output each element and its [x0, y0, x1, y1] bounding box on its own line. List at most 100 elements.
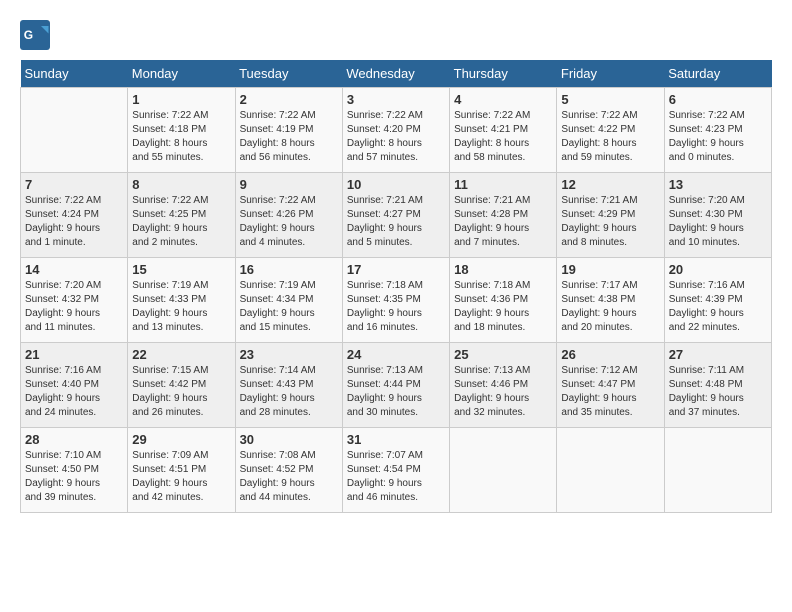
calendar-cell: 19Sunrise: 7:17 AM Sunset: 4:38 PM Dayli… — [557, 258, 664, 343]
calendar-cell: 17 Sunrise: 7:18 AM Sunset: 4:35 PM Dayli… — [342, 258, 449, 343]
day-info: Sunrise: 7:14 AM Sunset: 4:43 PM Dayligh… — [240, 364, 338, 420]
day-number: 16 — [240, 262, 338, 277]
day-info: Sunrise: 7:10 AM Sunset: 4:50 PM Dayligh… — [25, 449, 123, 505]
day-number: 30 — [240, 432, 338, 447]
day-info: Sunrise: 7:22 AM Sunset: 4:23 PM Dayligh… — [669, 109, 767, 165]
day-info: Sunrise: 7:22 AM Sunset: 4:19 PM Dayligh… — [240, 109, 338, 165]
week-row-2: 7 Sunrise: 7:22 AM Sunset: 4:24 PM Daylig… — [21, 173, 772, 258]
day-info: Sunrise: 7:15 AM Sunset: 4:42 PM Dayligh… — [132, 364, 230, 420]
calendar-cell: 26 Sunrise: 7:12 AM Sunset: 4:47 PM Dayli… — [557, 343, 664, 428]
column-header-monday: Monday — [128, 60, 235, 88]
calendar-cell: 9 Sunrise: 7:22 AM Sunset: 4:26 PM Daylig… — [235, 173, 342, 258]
day-number: 13 — [669, 177, 767, 192]
calendar-table: SundayMondayTuesdayWednesdayThursdayFrid… — [20, 60, 772, 513]
day-number: 1 — [132, 92, 230, 107]
day-info: Sunrise: 7:21 AM Sunset: 4:29 PM Dayligh… — [561, 194, 659, 250]
day-info: Sunrise: 7:22 AM Sunset: 4:26 PM Dayligh… — [240, 194, 338, 250]
day-info: Sunrise: 7:17 AM Sunset: 4:38 PM Dayligh… — [561, 279, 659, 335]
day-number: 3 — [347, 92, 445, 107]
calendar-cell: 21 Sunrise: 7:16 AM Sunset: 4:40 PM Dayli… — [21, 343, 128, 428]
day-info: Sunrise: 7:19 AM Sunset: 4:33 PM Dayligh… — [132, 279, 230, 335]
day-number: 28 — [25, 432, 123, 447]
day-info: Sunrise: 7:16 AM Sunset: 4:40 PM Dayligh… — [25, 364, 123, 420]
day-info: Sunrise: 7:13 AM Sunset: 4:44 PM Dayligh… — [347, 364, 445, 420]
calendar-cell: 31Sunrise: 7:07 AM Sunset: 4:54 PM Dayli… — [342, 428, 449, 513]
day-info: Sunrise: 7:12 AM Sunset: 4:47 PM Dayligh… — [561, 364, 659, 420]
day-number: 23 — [240, 347, 338, 362]
day-info: Sunrise: 7:11 AM Sunset: 4:48 PM Dayligh… — [669, 364, 767, 420]
day-info: Sunrise: 7:13 AM Sunset: 4:46 PM Dayligh… — [454, 364, 552, 420]
day-number: 27 — [669, 347, 767, 362]
day-info: Sunrise: 7:22 AM Sunset: 4:24 PM Dayligh… — [25, 194, 123, 250]
day-info: Sunrise: 7:16 AM Sunset: 4:39 PM Dayligh… — [669, 279, 767, 335]
page-header: G — [20, 20, 772, 50]
calendar-cell: 29Sunrise: 7:09 AM Sunset: 4:51 PM Dayli… — [128, 428, 235, 513]
calendar-cell: 3 Sunrise: 7:22 AM Sunset: 4:20 PM Daylig… — [342, 88, 449, 173]
day-number: 25 — [454, 347, 552, 362]
day-number: 17 — [347, 262, 445, 277]
calendar-cell: 25 Sunrise: 7:13 AM Sunset: 4:46 PM Dayli… — [450, 343, 557, 428]
day-info: Sunrise: 7:18 AM Sunset: 4:35 PM Dayligh… — [347, 279, 445, 335]
day-info: Sunrise: 7:19 AM Sunset: 4:34 PM Dayligh… — [240, 279, 338, 335]
calendar-cell: 28 Sunrise: 7:10 AM Sunset: 4:50 PM Dayli… — [21, 428, 128, 513]
calendar-cell — [557, 428, 664, 513]
column-header-wednesday: Wednesday — [342, 60, 449, 88]
column-header-tuesday: Tuesday — [235, 60, 342, 88]
calendar-cell — [664, 428, 771, 513]
day-info: Sunrise: 7:21 AM Sunset: 4:28 PM Dayligh… — [454, 194, 552, 250]
calendar-cell: 12 Sunrise: 7:21 AM Sunset: 4:29 PM Dayli… — [557, 173, 664, 258]
day-info: Sunrise: 7:20 AM Sunset: 4:32 PM Dayligh… — [25, 279, 123, 335]
day-number: 10 — [347, 177, 445, 192]
day-number: 4 — [454, 92, 552, 107]
day-info: Sunrise: 7:21 AM Sunset: 4:27 PM Dayligh… — [347, 194, 445, 250]
calendar-cell: 14Sunrise: 7:20 AM Sunset: 4:32 PM Dayli… — [21, 258, 128, 343]
day-number: 11 — [454, 177, 552, 192]
week-row-1: 1 Sunrise: 7:22 AM Sunset: 4:18 PM Daylig… — [21, 88, 772, 173]
calendar-cell: 4Sunrise: 7:22 AM Sunset: 4:21 PM Daylig… — [450, 88, 557, 173]
calendar-cell: 15Sunrise: 7:19 AM Sunset: 4:33 PM Dayli… — [128, 258, 235, 343]
calendar-cell: 18 Sunrise: 7:18 AM Sunset: 4:36 PM Dayli… — [450, 258, 557, 343]
calendar-cell: 27 Sunrise: 7:11 AM Sunset: 4:48 PM Dayli… — [664, 343, 771, 428]
day-number: 24 — [347, 347, 445, 362]
column-header-thursday: Thursday — [450, 60, 557, 88]
day-info: Sunrise: 7:07 AM Sunset: 4:54 PM Dayligh… — [347, 449, 445, 505]
logo: G — [20, 20, 54, 50]
calendar-cell: 23 Sunrise: 7:14 AM Sunset: 4:43 PM Dayli… — [235, 343, 342, 428]
calendar-cell: 5Sunrise: 7:22 AM Sunset: 4:22 PM Daylig… — [557, 88, 664, 173]
week-row-5: 28 Sunrise: 7:10 AM Sunset: 4:50 PM Dayli… — [21, 428, 772, 513]
day-number: 21 — [25, 347, 123, 362]
day-number: 8 — [132, 177, 230, 192]
day-number: 7 — [25, 177, 123, 192]
calendar-cell: 6 Sunrise: 7:22 AM Sunset: 4:23 PM Daylig… — [664, 88, 771, 173]
day-info: Sunrise: 7:22 AM Sunset: 4:18 PM Dayligh… — [132, 109, 230, 165]
day-info: Sunrise: 7:22 AM Sunset: 4:20 PM Dayligh… — [347, 109, 445, 165]
calendar-cell: 30 Sunrise: 7:08 AM Sunset: 4:52 PM Dayli… — [235, 428, 342, 513]
day-number: 29 — [132, 432, 230, 447]
calendar-cell: 16 Sunrise: 7:19 AM Sunset: 4:34 PM Dayli… — [235, 258, 342, 343]
column-header-sunday: Sunday — [21, 60, 128, 88]
day-number: 20 — [669, 262, 767, 277]
day-number: 2 — [240, 92, 338, 107]
day-number: 5 — [561, 92, 659, 107]
column-header-saturday: Saturday — [664, 60, 771, 88]
calendar-cell: 8Sunrise: 7:22 AM Sunset: 4:25 PM Daylig… — [128, 173, 235, 258]
calendar-cell: 20 Sunrise: 7:16 AM Sunset: 4:39 PM Dayli… — [664, 258, 771, 343]
day-number: 9 — [240, 177, 338, 192]
column-header-friday: Friday — [557, 60, 664, 88]
calendar-header-row: SundayMondayTuesdayWednesdayThursdayFrid… — [21, 60, 772, 88]
day-number: 26 — [561, 347, 659, 362]
calendar-cell: 7 Sunrise: 7:22 AM Sunset: 4:24 PM Daylig… — [21, 173, 128, 258]
week-row-3: 14Sunrise: 7:20 AM Sunset: 4:32 PM Dayli… — [21, 258, 772, 343]
calendar-cell: 2 Sunrise: 7:22 AM Sunset: 4:19 PM Daylig… — [235, 88, 342, 173]
day-info: Sunrise: 7:08 AM Sunset: 4:52 PM Dayligh… — [240, 449, 338, 505]
day-info: Sunrise: 7:18 AM Sunset: 4:36 PM Dayligh… — [454, 279, 552, 335]
day-number: 12 — [561, 177, 659, 192]
day-info: Sunrise: 7:20 AM Sunset: 4:30 PM Dayligh… — [669, 194, 767, 250]
day-number: 6 — [669, 92, 767, 107]
calendar-cell: 22Sunrise: 7:15 AM Sunset: 4:42 PM Dayli… — [128, 343, 235, 428]
calendar-cell: 10 Sunrise: 7:21 AM Sunset: 4:27 PM Dayli… — [342, 173, 449, 258]
day-number: 18 — [454, 262, 552, 277]
calendar-cell — [21, 88, 128, 173]
calendar-cell — [450, 428, 557, 513]
week-row-4: 21 Sunrise: 7:16 AM Sunset: 4:40 PM Dayli… — [21, 343, 772, 428]
